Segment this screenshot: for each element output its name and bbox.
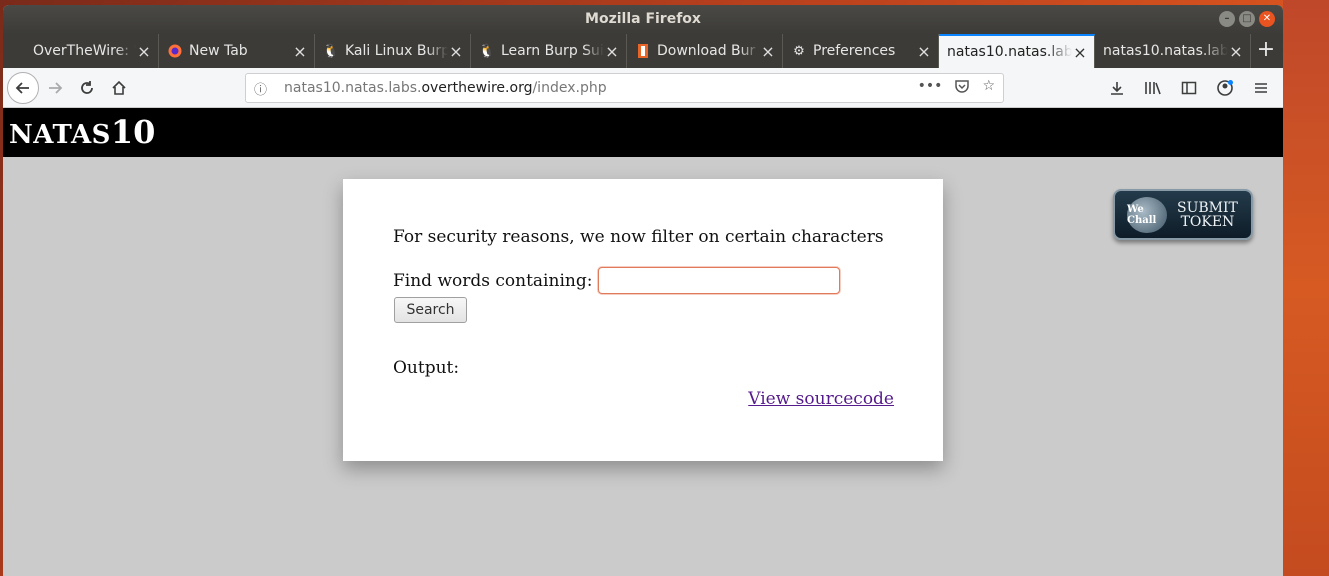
- token-label: TOKEN: [1180, 213, 1235, 230]
- tab-label: natas10.natas.lab: [947, 44, 1072, 60]
- close-icon[interactable]: ×: [292, 42, 308, 61]
- window-controls: – □ ✕: [1219, 11, 1275, 27]
- submit-label: SUBMIT: [1177, 199, 1238, 216]
- tab-learn-burp[interactable]: 🐧 Learn Burp Sui ×: [471, 34, 627, 68]
- url-host: overthewire.org: [421, 80, 533, 96]
- tab-label: New Tab: [189, 43, 248, 59]
- burp-icon: [635, 43, 651, 59]
- url-prefix: natas10.natas.labs.: [284, 80, 422, 96]
- penguin-icon: 🐧: [478, 43, 496, 59]
- tab-label: Preferences: [813, 43, 896, 59]
- tab-label: Kali Linux Burp: [345, 43, 448, 59]
- downloads-icon[interactable]: [1101, 72, 1133, 104]
- account-icon[interactable]: [1209, 72, 1241, 104]
- wechall-globe-icon: We Chall: [1127, 196, 1167, 233]
- tab-preferences[interactable]: ⚙ Preferences ×: [783, 34, 939, 68]
- close-icon[interactable]: ×: [136, 42, 152, 61]
- tab-label: Download Bur: [657, 43, 756, 59]
- tab-natas10[interactable]: natas10.natas.lab ×: [1095, 34, 1251, 68]
- penguin-icon: 🐧: [322, 43, 340, 59]
- url-path: /index.php: [532, 80, 607, 96]
- submit-token-button[interactable]: We Chall SUBMIT TOKEN: [1113, 189, 1253, 240]
- reload-button[interactable]: [71, 72, 103, 104]
- tab-kali-burp[interactable]: 🐧 Kali Linux Burp ×: [315, 34, 471, 68]
- reload-icon: [81, 80, 93, 94]
- close-icon[interactable]: ×: [604, 42, 620, 61]
- search-input[interactable]: [598, 267, 841, 294]
- overthewire-icon: [11, 43, 27, 59]
- page-header: NATAS10: [3, 108, 1283, 157]
- browser-window: Mozilla Firefox – □ ✕ OverTheWire: 'Na ×…: [3, 5, 1283, 576]
- new-tab-button[interactable]: +: [1251, 34, 1281, 68]
- close-window-button[interactable]: ✕: [1259, 11, 1275, 27]
- wechall-badge-text: We Chall: [1127, 203, 1157, 226]
- info-icon[interactable]: ⓘ: [254, 79, 272, 98]
- nav-bar: ⓘ natas10.natas.labs. overthewire.org/ind…: [3, 68, 1283, 108]
- title-bar: Mozilla Firefox – □ ✕: [3, 5, 1283, 34]
- content-panel: For security reasons, we now filter on c…: [343, 179, 943, 461]
- pocket-icon[interactable]: [954, 78, 970, 98]
- tab-label: Learn Burp Sui: [501, 43, 604, 59]
- find-label: Find words containing:: [393, 270, 593, 291]
- tab-strip: OverTheWire: 'Na × New Tab × 🐧 Kali Linu…: [3, 34, 1283, 68]
- header-level: 10: [110, 113, 156, 151]
- minimize-button[interactable]: –: [1219, 11, 1235, 27]
- desktop-background: [1283, 0, 1329, 576]
- search-form: Find words containing:: [393, 267, 841, 294]
- forward-arrow-icon: [49, 81, 63, 94]
- sidebar-icon[interactable]: [1173, 72, 1205, 104]
- url-bar[interactable]: ⓘ natas10.natas.labs. overthewire.org/ind…: [245, 73, 1004, 103]
- menu-icon[interactable]: [1245, 72, 1277, 104]
- output-label: Output:: [393, 358, 460, 378]
- view-sourcecode-link[interactable]: View sourcecode: [748, 389, 894, 409]
- url-actions: ••• ☆: [918, 78, 995, 98]
- gear-icon: ⚙: [793, 43, 805, 59]
- tab-overthewire[interactable]: OverTheWire: 'Na ×: [3, 34, 159, 68]
- back-button[interactable]: [7, 71, 39, 104]
- maximize-button[interactable]: □: [1239, 11, 1255, 27]
- close-icon[interactable]: ×: [448, 42, 464, 61]
- forward-button[interactable]: [39, 72, 71, 104]
- close-icon[interactable]: ×: [1228, 42, 1244, 61]
- close-icon[interactable]: ×: [1072, 43, 1088, 62]
- window-title: Mozilla Firefox: [585, 11, 701, 27]
- search-button[interactable]: Search: [394, 297, 467, 323]
- home-button[interactable]: [103, 72, 135, 104]
- home-icon: [112, 80, 126, 95]
- back-arrow-icon: [15, 81, 29, 94]
- close-icon[interactable]: ×: [760, 42, 776, 61]
- firefox-icon: [167, 43, 183, 59]
- tab-label: OverTheWire: 'Na: [33, 43, 136, 59]
- tab-label: natas10.natas.lab: [1103, 43, 1228, 59]
- close-icon[interactable]: ×: [916, 42, 932, 61]
- tab-natas10-active[interactable]: natas10.natas.lab ×: [939, 34, 1095, 68]
- header-title: NATAS: [9, 120, 111, 150]
- library-icon[interactable]: [1137, 72, 1169, 104]
- bookmark-star-icon[interactable]: ☆: [982, 78, 995, 98]
- tab-download-burp[interactable]: Download Bur ×: [627, 34, 783, 68]
- intro-text: For security reasons, we now filter on c…: [393, 227, 884, 247]
- toolbar-right: [1101, 72, 1277, 104]
- page-content: NATAS10 For security reasons, we now fil…: [3, 108, 1283, 576]
- submit-token-label: SUBMIT TOKEN: [1177, 201, 1238, 229]
- page-actions-icon[interactable]: •••: [918, 78, 943, 98]
- tab-new-tab[interactable]: New Tab ×: [159, 34, 315, 68]
